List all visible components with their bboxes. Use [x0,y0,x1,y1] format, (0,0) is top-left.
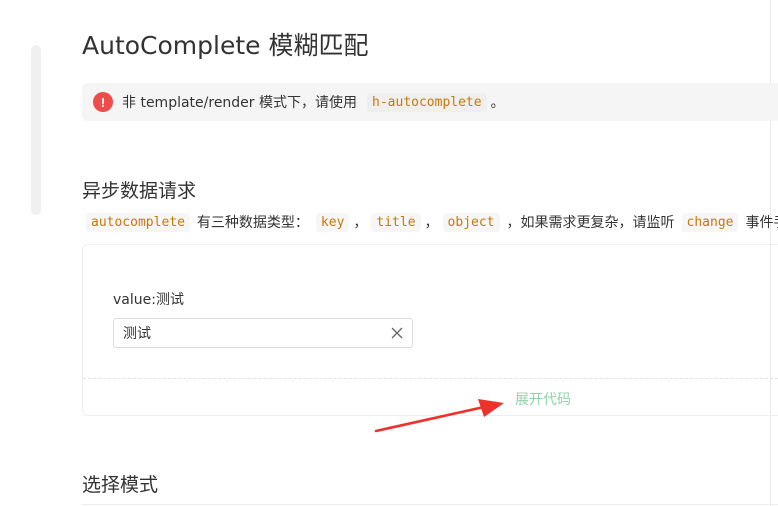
autocomplete-input[interactable]: 测试 [113,318,413,348]
desc-sep-2: ， [424,215,439,231]
section-description: autocomplete 有三种数据类型： key ， title ， obje… [86,212,778,232]
expand-code-button[interactable]: 展开代码 [515,389,571,409]
desc-text-types: 有三种数据类型： [196,215,309,231]
value-label: value:测试 [113,292,184,308]
desc-text-more: ，如果需求更复杂，请监听 [506,215,675,231]
code-autocomplete: autocomplete [86,212,190,232]
left-scrollbar[interactable] [31,45,41,215]
annotation-arrow-icon [374,399,504,433]
notice-banner: ! 非 template/render 模式下，请使用 h-autocomple… [82,83,778,121]
code-key: key [315,212,350,232]
code-object: object [442,212,500,232]
error-icon: ! [93,92,113,112]
desc-sep-1: ， [353,215,368,231]
page-title: AutoComplete 模糊匹配 [82,31,369,60]
autocomplete-input-value[interactable]: 测试 [114,323,382,343]
notice-text-after: 。 [490,95,505,111]
close-icon[interactable] [382,319,412,347]
code-change: change [681,212,739,232]
section-title-async: 异步数据请求 [82,180,197,202]
section-title-select: 选择模式 [82,474,159,496]
section-underline [82,504,778,505]
notice-code: h-autocomplete [367,92,487,112]
notice-text-before: 非 template/render 模式下，请使用 [122,95,358,111]
desc-text-event: 事件手 [745,215,778,231]
demo-divider [83,378,778,379]
code-title: title [371,212,421,232]
